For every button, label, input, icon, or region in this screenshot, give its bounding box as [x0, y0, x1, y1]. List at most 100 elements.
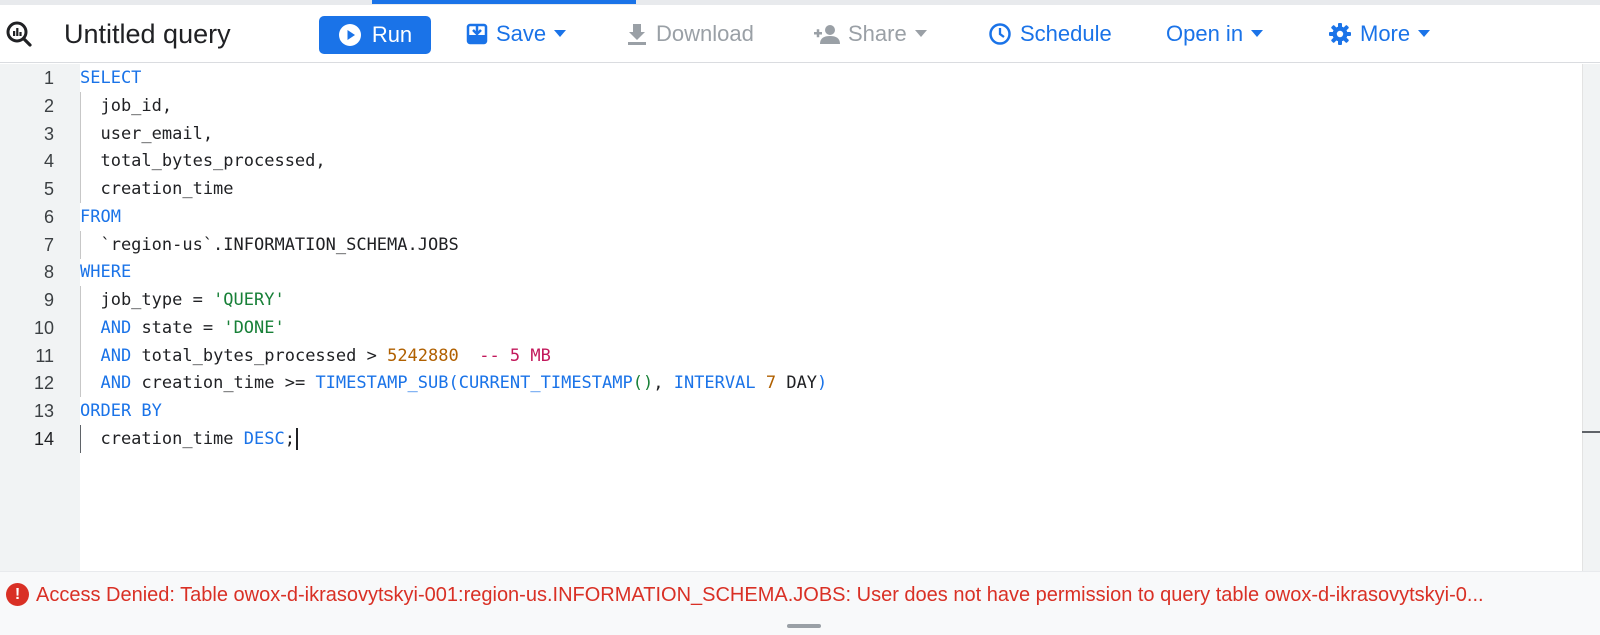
code-token: DESC: [243, 428, 285, 449]
code-line[interactable]: 12 AND creation_time >= TIMESTAMP_SUB(CU…: [0, 369, 1582, 398]
line-number: 13: [33, 401, 54, 421]
query-title[interactable]: Untitled query: [64, 5, 231, 63]
code-text: user_email,: [80, 120, 213, 148]
code-text: creation_time DESC;: [80, 425, 298, 453]
panel-resize-handle[interactable]: [787, 624, 821, 628]
code-text: AND creation_time >= TIMESTAMP_SUB(CURRE…: [80, 369, 827, 397]
code-line[interactable]: 10 AND state = 'DONE': [0, 313, 1582, 342]
line-number: 4: [43, 151, 54, 172]
code-token: 5242880: [387, 345, 459, 366]
code-token: ;: [284, 428, 295, 449]
code-token: INTERVAL: [673, 373, 756, 394]
line-number: 5: [43, 179, 54, 199]
schedule-button[interactable]: Schedule: [988, 5, 1112, 63]
code-text: AND state = 'DONE': [80, 314, 285, 342]
code-line[interactable]: 4 total_bytes_processed,: [0, 147, 1582, 176]
sql-editor[interactable]: 1 SELECT 2 job_id, 3 user_email, 4 total_byt…: [0, 64, 1600, 571]
open-in-button[interactable]: Open in: [1166, 5, 1264, 63]
code-text: AND total_bytes_processed > 5242880 -- 5…: [80, 342, 551, 370]
save-label: Save: [496, 21, 547, 46]
share-person-icon: [814, 25, 840, 44]
more-button[interactable]: More: [1328, 5, 1431, 63]
code-line[interactable]: 14 creation_time DESC;: [0, 424, 1582, 453]
schedule-label: Schedule: [1020, 21, 1112, 46]
code-token: ORDER BY: [80, 401, 162, 421]
code-text: job_type = 'QUERY': [80, 286, 285, 314]
code-text: total_bytes_processed,: [80, 147, 326, 175]
chevron-down-icon: [554, 30, 567, 37]
code-line[interactable]: 5 creation_time: [0, 175, 1582, 203]
gear-icon: [1329, 23, 1351, 45]
line-number: 6: [43, 206, 54, 227]
code-token: total_bytes_processed >: [131, 345, 388, 366]
code-line[interactable]: 7 `region-us`.INFORMATION_SCHEMA.JOBS: [0, 230, 1582, 259]
code-token: total_bytes_processed,: [80, 151, 326, 172]
open-in-label: Open in: [1166, 21, 1244, 46]
play-icon: [338, 24, 361, 46]
download-button[interactable]: Download: [626, 5, 754, 63]
code-token: creation_time: [80, 179, 234, 199]
code-token: job_type =: [80, 290, 214, 310]
query-icon: [4, 5, 34, 63]
share-button[interactable]: Share: [814, 5, 927, 63]
code-token: 'DONE': [223, 317, 285, 338]
code-line[interactable]: 2 job_id,: [0, 91, 1582, 120]
code-line[interactable]: 9 job_type = 'QUERY': [0, 286, 1582, 314]
line-number: 1: [43, 68, 54, 88]
clock-icon: [989, 23, 1011, 45]
code-line[interactable]: 13 ORDER BY: [0, 397, 1582, 425]
chevron-down-icon: [1418, 30, 1431, 37]
code-token: state =: [131, 317, 224, 338]
code-line[interactable]: 11 AND total_bytes_processed > 5242880 -…: [0, 341, 1582, 370]
code-token: ): [817, 373, 828, 394]
error-icon: !: [6, 583, 29, 606]
code-text: ORDER BY: [80, 397, 162, 425]
active-tab-indicator: [372, 0, 636, 4]
code-token: user_email,: [80, 123, 214, 144]
line-number: 2: [43, 95, 54, 116]
code-text: SELECT: [80, 64, 141, 92]
code-token: WHERE: [80, 262, 132, 283]
code-token: creation_time >=: [131, 373, 316, 394]
code-token: (): [632, 373, 654, 394]
code-token: AND: [100, 345, 132, 366]
save-button[interactable]: Save: [466, 5, 567, 63]
share-label: Share: [848, 21, 907, 46]
download-icon: [628, 24, 646, 45]
code-line[interactable]: 3 user_email,: [0, 119, 1582, 148]
run-button[interactable]: Run: [319, 16, 431, 54]
editor-scrollbar[interactable]: [1582, 64, 1600, 571]
chevron-down-icon: [1251, 30, 1264, 37]
line-number: 8: [43, 262, 54, 283]
query-toolbar: Untitled query Run Save Download Share S…: [0, 5, 1600, 63]
code-token: creation_time: [80, 428, 244, 449]
code-token: TIMESTAMP_SUB(: [315, 373, 459, 394]
more-label: More: [1360, 21, 1411, 46]
line-number: 11: [35, 345, 54, 366]
code-token: SELECT: [80, 68, 142, 88]
line-number: 10: [33, 317, 54, 338]
code-token: AND: [100, 373, 132, 394]
error-message: Access Denied: Table owox-d-ikrasovytsky…: [36, 584, 1484, 606]
code-text: `region-us`.INFORMATION_SCHEMA.JOBS: [80, 231, 459, 259]
code-token: job_id,: [80, 95, 173, 116]
code-line[interactable]: 6 FROM: [0, 203, 1582, 231]
code-line[interactable]: 1 SELECT: [0, 64, 1582, 92]
scrollbar-cursor-marker: [1582, 431, 1600, 433]
line-number: 9: [43, 290, 54, 310]
code-token: -- 5 MB: [479, 345, 551, 366]
code-token: `region-us`.INFORMATION_SCHEMA.JOBS: [80, 234, 459, 255]
code-line[interactable]: 8 WHERE: [0, 258, 1582, 286]
code-text: FROM: [80, 203, 121, 231]
code-token: AND: [100, 317, 132, 338]
code-text: WHERE: [80, 258, 131, 286]
line-number: 3: [43, 123, 54, 144]
code-token: 'QUERY': [213, 290, 285, 310]
code-token: ,: [653, 373, 674, 394]
run-label: Run: [371, 22, 413, 47]
chevron-down-icon: [914, 30, 927, 37]
